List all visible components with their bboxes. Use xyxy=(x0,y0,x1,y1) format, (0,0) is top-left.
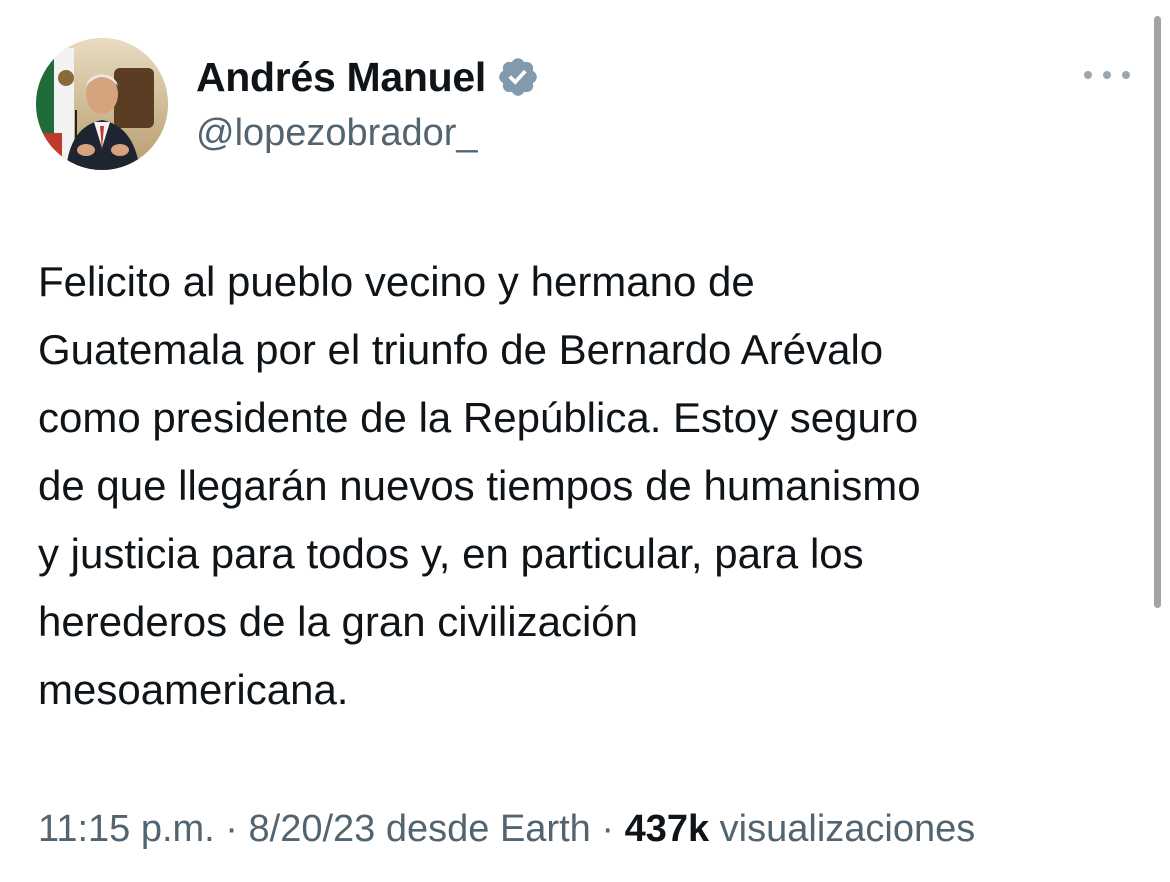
author-display-name[interactable]: Andrés Manuel xyxy=(196,54,486,101)
author-handle[interactable]: @lopezobrador_ xyxy=(196,112,540,155)
tweet-text-line: de que llegarán nuevos tiempos de humani… xyxy=(38,462,921,509)
profile-photo-icon xyxy=(36,38,168,170)
verified-badge-icon xyxy=(496,55,540,99)
tweet-time[interactable]: 11:15 p.m. xyxy=(38,808,215,850)
author-name-row[interactable]: Andrés Manuel xyxy=(196,50,540,104)
meta-separator: · xyxy=(214,808,249,850)
tweet-text-line: Guatemala por el triunfo de Bernardo Aré… xyxy=(38,326,884,373)
more-options-icon[interactable] xyxy=(1084,62,1130,88)
tweet-text-line: herederos de la gran civilización xyxy=(38,598,638,645)
dot-icon xyxy=(1084,71,1092,79)
meta-separator: · xyxy=(590,808,625,850)
tweet-date-source[interactable]: 8/20/23 desde Earth xyxy=(249,808,591,850)
tweet-text-line: y justicia para todos y, en particular, … xyxy=(38,530,864,577)
avatar[interactable] xyxy=(36,38,168,170)
views-label: visualizaciones xyxy=(709,808,976,850)
tweet-text-line: mesoamericana. xyxy=(38,666,349,713)
dot-icon xyxy=(1122,71,1130,79)
author-block: Andrés Manuel @lopezobrador_ xyxy=(196,50,540,155)
tweet-text-line: como presidente de la República. Estoy s… xyxy=(38,394,919,441)
tweet-text-line: Felicito al pueblo vecino y hermano de xyxy=(38,258,755,305)
dot-icon xyxy=(1103,71,1111,79)
tweet: Andrés Manuel @lopezobrador_ Felicito al… xyxy=(0,0,1170,882)
tweet-meta: 11:15 p.m. · 8/20/23 desde Earth · 437k … xyxy=(38,808,975,851)
scrollbar[interactable] xyxy=(1154,16,1161,608)
views-count[interactable]: 437k xyxy=(625,808,710,850)
tweet-text: Felicito al pueblo vecino y hermano de G… xyxy=(38,248,1138,724)
